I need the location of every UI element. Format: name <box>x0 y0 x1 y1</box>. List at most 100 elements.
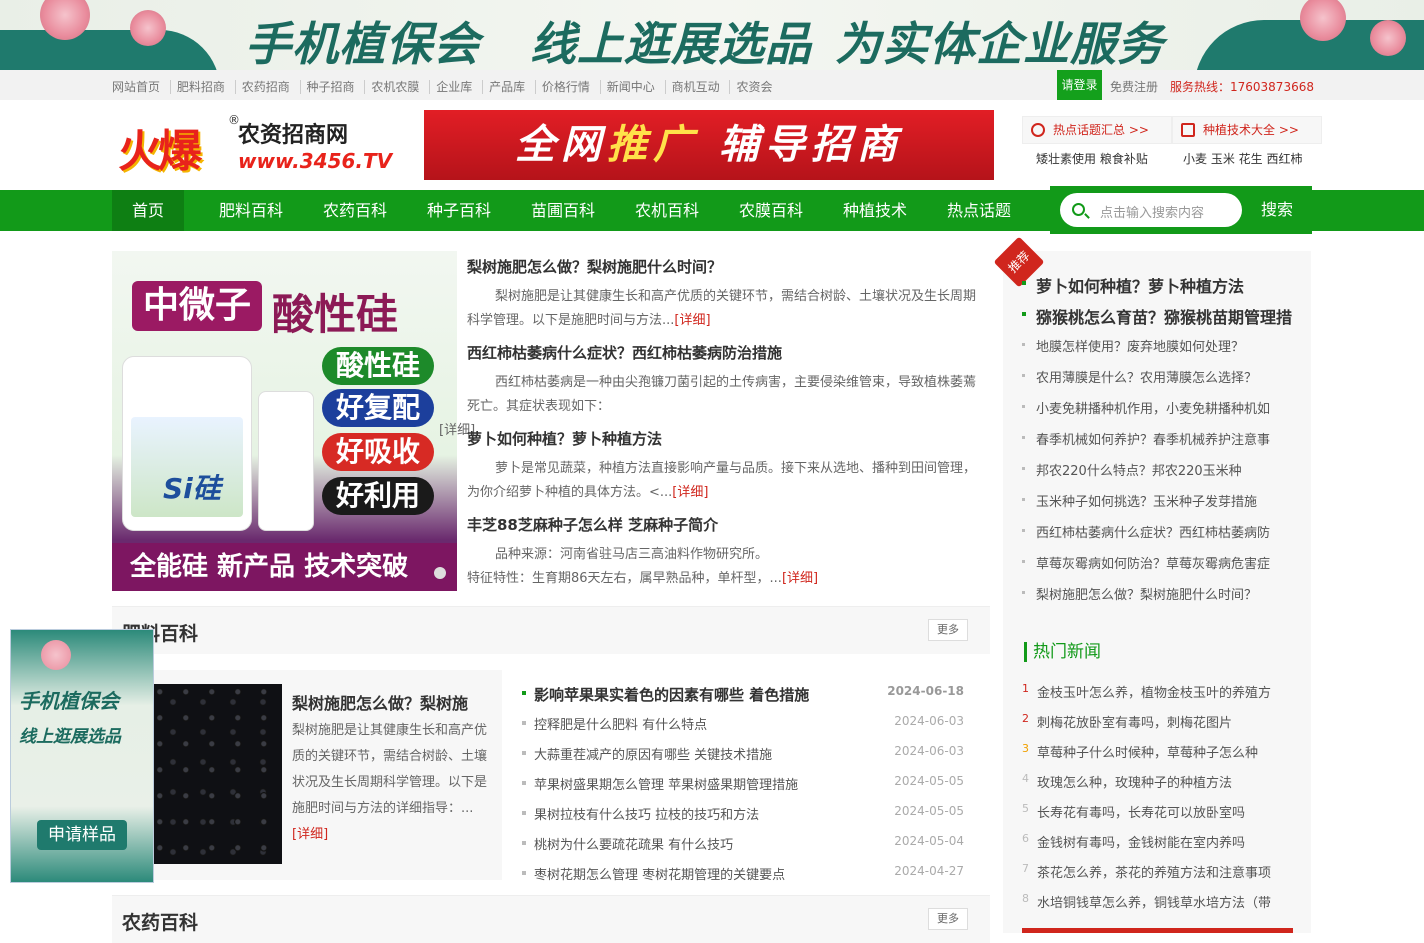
article-title[interactable]: 梨树施肥怎么做？梨树施肥什么时间？ <box>467 256 987 277</box>
list-item[interactable]: 桃树为什么要疏花疏果 有什么技巧 2024-05-04 <box>520 828 970 858</box>
top-nav-link[interactable]: 企业库 <box>429 80 479 94</box>
list-item[interactable]: 8 水培铜钱草怎么养，铜钱草水培方法（带 <box>1022 886 1302 916</box>
top-nav-link[interactable]: 商机互动 <box>664 80 726 94</box>
hot-news-item-title[interactable]: 金钱树有毒吗，金钱树能在室内养吗 <box>1037 832 1245 851</box>
login-button[interactable]: 请登录 <box>1057 70 1102 100</box>
list-item[interactable]: 2 刺梅花放卧室有毒吗，刺梅花图片 <box>1022 706 1302 736</box>
recommend-title[interactable]: 西红柿枯萎病什么症状？西红柿枯萎病防 <box>1036 522 1270 541</box>
header-ad-banner[interactable]: 全网推广 辅导招商 <box>424 110 994 180</box>
recommend-title[interactable]: 农用薄膜是什么？农用薄膜怎么选择？ <box>1036 367 1257 386</box>
search-button[interactable]: 搜索 <box>1242 193 1312 227</box>
list-item[interactable]: 控释肥是什么肥料 有什么特点 2024-06-03 <box>520 708 970 738</box>
planting-tech-link[interactable]: 种植技术大全 >> <box>1172 116 1322 144</box>
nav-item[interactable]: 农机百科 <box>621 190 713 231</box>
recommend-title[interactable]: 小麦免耕播种机作用，小麦免耕播种机如 <box>1036 398 1270 417</box>
hot-news-item-title[interactable]: 草莓种子什么时候种，草莓种子怎么种 <box>1037 742 1258 761</box>
top-nav-link[interactable]: 价格行情 <box>534 80 596 94</box>
hot-news-item-title[interactable]: 茶花怎么养，茶花的养殖方法和注意事项 <box>1037 862 1271 881</box>
list-item[interactable]: 梨树施肥怎么做？梨树施肥什么时间？ <box>1022 578 1302 608</box>
article-title[interactable]: 萝卜如何种植？萝卜种植方法 <box>467 428 987 449</box>
top-nav-link[interactable]: 农药招商 <box>234 80 296 94</box>
list-item[interactable]: 猕猴桃怎么育苗？猕猴桃苗期管理措 <box>1022 299 1302 329</box>
news-title[interactable]: 苹果树盛果期怎么管理 苹果树盛果期管理措施 <box>534 774 798 793</box>
recommend-title[interactable]: 邦农220什么特点？邦农220玉米种 <box>1036 460 1242 479</box>
top-nav-link[interactable]: 农资会 <box>729 80 779 94</box>
recommend-title[interactable]: 草莓灰霉病如何防治？草莓灰霉病危害症 <box>1036 553 1270 572</box>
nav-item[interactable]: 苗圃百科 <box>517 190 609 231</box>
list-item[interactable]: 枣树花期怎么管理 枣树花期管理的关键要点 2024-04-27 <box>520 858 970 888</box>
nav-item[interactable]: 农膜百科 <box>725 190 817 231</box>
site-logo[interactable]: 火爆 ® 农资招商网 www.3456.TV <box>118 113 408 177</box>
hot-news-item-title[interactable]: 刺梅花放卧室有毒吗，刺梅花图片 <box>1037 712 1232 731</box>
hot-news-item-title[interactable]: 水培铜钱草怎么养，铜钱草水培方法（带 <box>1037 892 1271 911</box>
featured-slide[interactable]: 中微子 酸性硅 Si硅 酸性硅 好复配 好吸收 好利用 全能硅 新产品 技术突破 <box>112 251 457 591</box>
article-more-link[interactable]: [详细] <box>674 313 710 328</box>
recommend-title[interactable]: 玉米种子如何挑选？玉米种子发芽措施 <box>1036 491 1257 510</box>
list-item[interactable]: 1 金枝玉叶怎么养，植物金枝玉叶的养殖方 <box>1022 676 1302 706</box>
hot-news-item-title[interactable]: 长寿花有毒吗，长寿花可以放卧室吗 <box>1037 802 1245 821</box>
top-nav-link[interactable]: 新闻中心 <box>599 80 661 94</box>
list-item[interactable]: 影响苹果果实着色的因素有哪些 着色措施 2024-06-18 <box>520 678 970 708</box>
recommend-title[interactable]: 春季机械如何养护？春季机械养护注意事 <box>1036 429 1270 448</box>
article-more-link[interactable]: [详细] <box>672 485 708 500</box>
register-link[interactable]: 免费注册 <box>1110 78 1158 95</box>
top-nav-link[interactable]: 种子招商 <box>299 80 361 94</box>
top-nav-link[interactable]: 网站首页 <box>112 80 166 94</box>
recommend-title[interactable]: 地膜怎样使用？废弃地膜如何处理？ <box>1036 336 1244 355</box>
recommend-title[interactable]: 猕猴桃怎么育苗？猕猴桃苗期管理措 <box>1036 304 1292 328</box>
news-title[interactable]: 影响苹果果实着色的因素有哪些 着色措施 <box>534 684 809 705</box>
top-nav-link[interactable]: 产品库 <box>482 80 532 94</box>
list-item[interactable]: 小麦免耕播种机作用，小麦免耕播种机如 <box>1022 392 1302 422</box>
hot-news-item-title[interactable]: 玫瑰怎么种，玫瑰种子的种植方法 <box>1037 772 1232 791</box>
list-item[interactable]: 大蒜重茬减产的原因有哪些 关键技术措施 2024-06-03 <box>520 738 970 768</box>
article-title[interactable]: 丰芝88芝麻种子怎么样 芝麻种子简介 <box>467 514 987 535</box>
planting-tech-sub[interactable]: 小麦 玉米 花生 西红柿 <box>1183 150 1302 167</box>
nav-item-home[interactable]: 首页 <box>112 190 184 231</box>
news-title[interactable]: 桃树为什么要疏花疏果 有什么技巧 <box>534 834 733 853</box>
top-banner-ad[interactable]: 手机植保会 线上逛展选品 为实体企业服务 <box>0 0 1424 70</box>
list-item[interactable]: 萝卜如何种植？萝卜种植方法 <box>1022 268 1302 298</box>
list-item[interactable]: 6 金钱树有毒吗，金钱树能在室内养吗 <box>1022 826 1302 856</box>
recommend-title[interactable]: 萝卜如何种植？萝卜种植方法 <box>1036 273 1244 297</box>
list-item[interactable]: 地膜怎样使用？废弃地膜如何处理？ <box>1022 330 1302 360</box>
nav-item[interactable]: 种子百科 <box>413 190 505 231</box>
list-item[interactable]: 果树拉枝有什么技巧 拉枝的技巧和方法 2024-05-05 <box>520 798 970 828</box>
list-item[interactable]: 玉米种子如何挑选？玉米种子发芽措施 <box>1022 485 1302 515</box>
nav-item[interactable]: 农药百科 <box>309 190 401 231</box>
nav-item[interactable]: 种植技术 <box>829 190 921 231</box>
hot-topics-link[interactable]: 热点话题汇总 >> <box>1022 116 1172 144</box>
nav-item[interactable]: 热点话题 <box>933 190 1025 231</box>
list-item[interactable]: 草莓灰霉病如何防治？草莓灰霉病危害症 <box>1022 547 1302 577</box>
search-input[interactable]: 点击输入搜索内容 <box>1060 193 1242 227</box>
slide-indicator[interactable] <box>434 567 446 579</box>
floating-ad[interactable]: 手机植保会 线上逛展选品 申请样品 <box>10 629 154 883</box>
list-item[interactable]: 4 玫瑰怎么种，玫瑰种子的种植方法 <box>1022 766 1302 796</box>
feature-more-link[interactable]: [详细] <box>292 827 328 842</box>
news-title[interactable]: 枣树花期怎么管理 枣树花期管理的关键要点 <box>534 864 785 883</box>
list-item[interactable]: 农用薄膜是什么？农用薄膜怎么选择？ <box>1022 361 1302 391</box>
nav-item[interactable]: 肥料百科 <box>205 190 297 231</box>
section-title: 农药百科 <box>122 912 199 934</box>
news-title[interactable]: 控释肥是什么肥料 有什么特点 <box>534 714 707 733</box>
list-item[interactable]: 邦农220什么特点？邦农220玉米种 <box>1022 454 1302 484</box>
recommend-title[interactable]: 梨树施肥怎么做？梨树施肥什么时间？ <box>1036 584 1257 603</box>
list-item[interactable]: 7 茶花怎么养，茶花的养殖方法和注意事项 <box>1022 856 1302 886</box>
apply-sample-button[interactable]: 申请样品 <box>37 820 127 850</box>
article-title[interactable]: 西红柿枯萎病什么症状？西红柿枯萎病防治措施 <box>467 342 987 363</box>
fertilizer-feature[interactable]: 梨树施肥怎么做？梨树施 梨树施肥是让其健康生长和高产优质的关键环节，需结合树龄、… <box>122 670 502 880</box>
list-item[interactable]: 春季机械如何养护？春季机械养护注意事 <box>1022 423 1302 453</box>
list-item[interactable]: 苹果树盛果期怎么管理 苹果树盛果期管理措施 2024-05-05 <box>520 768 970 798</box>
hot-news-item-title[interactable]: 金枝玉叶怎么养，植物金枝玉叶的养殖方 <box>1037 682 1271 701</box>
more-button[interactable]: 更多 <box>928 619 968 641</box>
list-item[interactable]: 西红柿枯萎病什么症状？西红柿枯萎病防 <box>1022 516 1302 546</box>
hot-topics-sub[interactable]: 矮壮素使用 粮食补贴 <box>1036 150 1148 167</box>
article-more-link[interactable]: [详细] <box>782 571 818 586</box>
news-title[interactable]: 果树拉枝有什么技巧 拉枝的技巧和方法 <box>534 804 759 823</box>
feature-title[interactable]: 梨树施肥怎么做？梨树施 <box>292 690 468 714</box>
list-item[interactable]: 3 草莓种子什么时候种，草莓种子怎么种 <box>1022 736 1302 766</box>
more-button[interactable]: 更多 <box>928 908 968 930</box>
top-nav-link[interactable]: 肥料招商 <box>169 80 231 94</box>
list-item[interactable]: 5 长寿花有毒吗，长寿花可以放卧室吗 <box>1022 796 1302 826</box>
top-nav-link[interactable]: 农机农膜 <box>364 80 426 94</box>
news-title[interactable]: 大蒜重茬减产的原因有哪些 关键技术措施 <box>534 744 772 763</box>
